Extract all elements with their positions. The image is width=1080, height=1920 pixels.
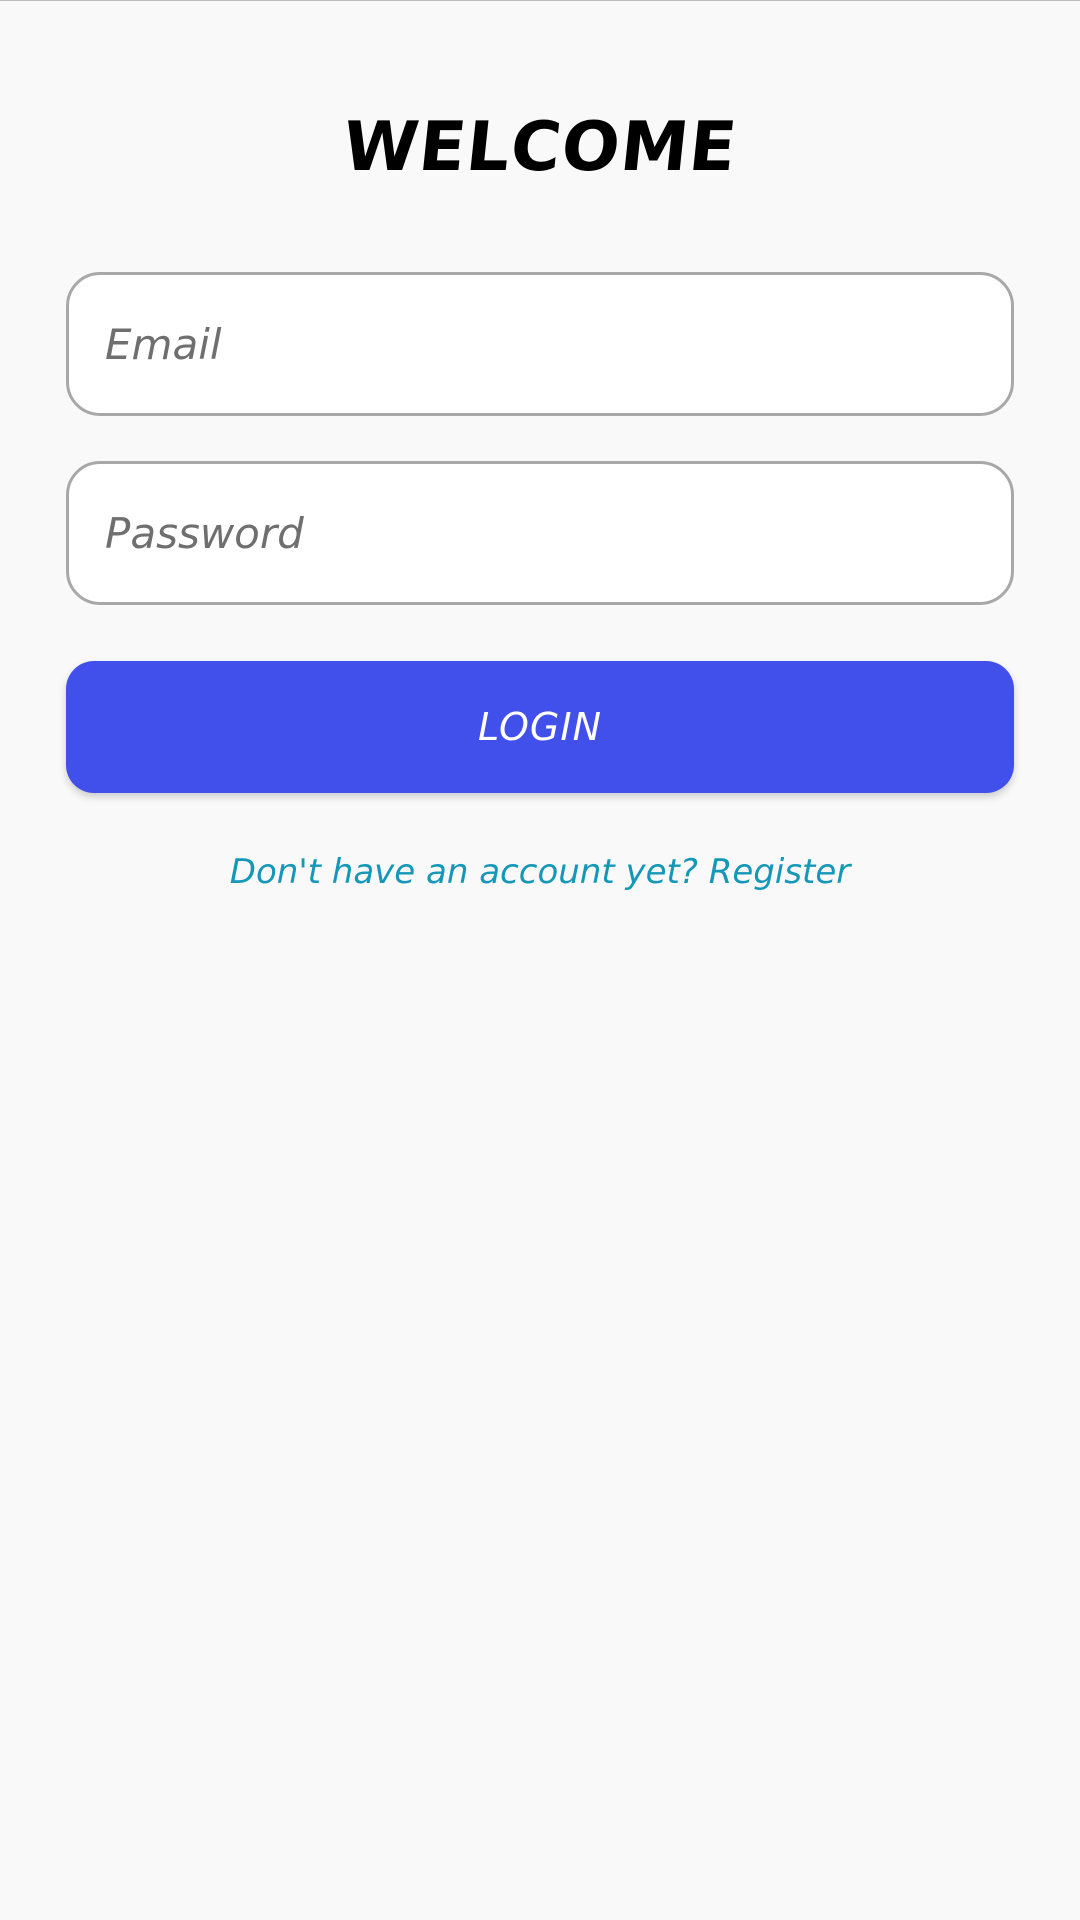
email-field[interactable] <box>69 275 1011 413</box>
page-title: WELCOME <box>339 108 741 187</box>
top-divider <box>0 0 1080 1</box>
email-field-container[interactable] <box>66 272 1014 416</box>
register-link[interactable]: Don't have an account yet? Register <box>0 852 1080 892</box>
password-field[interactable] <box>69 464 1011 602</box>
login-button[interactable]: LOGIN <box>66 661 1014 793</box>
password-field-container[interactable] <box>66 461 1014 605</box>
